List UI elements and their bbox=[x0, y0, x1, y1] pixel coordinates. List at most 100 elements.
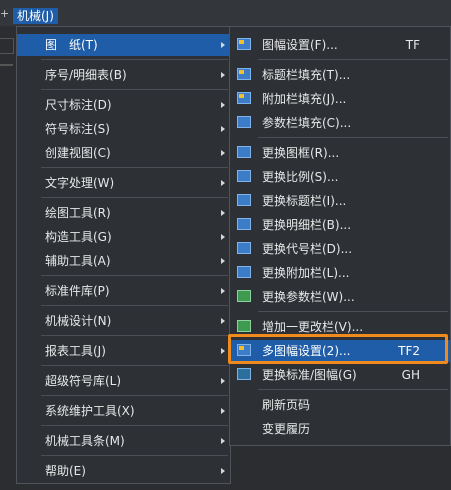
replace-frame-icon bbox=[237, 146, 251, 158]
replace-extra-block-icon bbox=[237, 266, 251, 278]
submenu-arrow-icon bbox=[221, 288, 225, 294]
menu-item-label: 构造工具(G) bbox=[45, 230, 112, 244]
submenu-item-replace-code-block[interactable]: 更换代号栏(D)... bbox=[230, 238, 450, 260]
menu-item-label: 机械设计(N) bbox=[45, 314, 112, 328]
replace-bom-icon bbox=[237, 218, 251, 230]
submenu-arrow-icon bbox=[221, 180, 225, 186]
submenu-item-replace-extra-block[interactable]: 更换附加栏(L)... bbox=[230, 262, 450, 284]
menu-item-report-tools[interactable]: 报表工具(J) bbox=[17, 340, 230, 362]
menu-item-drawing-tools[interactable]: 绘图工具(R) bbox=[17, 202, 230, 224]
menu-item-label: 尺寸标注(D) bbox=[45, 98, 112, 112]
submenu-arrow-icon bbox=[221, 72, 225, 78]
submenu-item-shortcut: GH bbox=[401, 368, 420, 382]
submenu-item-label: 图幅设置(F)... bbox=[262, 38, 338, 52]
menubar: + 机械(J) bbox=[0, 0, 451, 26]
menu-item-label: 序号/明细表(B) bbox=[45, 68, 127, 82]
menu-item-super-symbol-lib[interactable]: 超级符号库(L) bbox=[17, 370, 230, 392]
replace-scale-icon bbox=[237, 170, 251, 182]
menu-item-symbol[interactable]: 符号标注(S) bbox=[17, 118, 230, 140]
submenu-item-label: 变更履历 bbox=[262, 422, 311, 436]
menu-item-serial-bom[interactable]: 序号/明细表(B) bbox=[17, 64, 230, 86]
submenu-item-replace-standard[interactable]: 更换标准/图幅(G) GH bbox=[230, 364, 450, 386]
submenu-item-label: 刷新页码 bbox=[262, 398, 311, 412]
submenu-item-change-history[interactable]: 变更履历 bbox=[230, 418, 450, 440]
submenu-item-titleblock-fill[interactable]: 标题栏填充(T)... bbox=[230, 64, 450, 86]
menu-mechanical[interactable]: 机械(J) bbox=[13, 8, 58, 24]
submenu-item-label: 参数栏填充(C)... bbox=[262, 116, 352, 130]
submenu-arrow-icon bbox=[221, 378, 225, 384]
menu-separator bbox=[41, 425, 228, 426]
menu-item-label: 标准件库(P) bbox=[45, 284, 110, 298]
submenu-item-shortcut: TF bbox=[405, 38, 420, 52]
replace-standard-icon bbox=[237, 368, 251, 380]
submenu-arrow-icon bbox=[221, 408, 225, 414]
menu-item-text[interactable]: 文字处理(W) bbox=[17, 172, 230, 194]
left-strip-divider bbox=[0, 64, 13, 66]
menubar-edge-glyph: + bbox=[0, 7, 10, 20]
menu-separator bbox=[41, 275, 228, 276]
replace-param-block-icon bbox=[237, 290, 251, 302]
submenu-item-extra-block-fill[interactable]: 附加栏填充(J)... bbox=[230, 88, 450, 110]
submenu-item-label: 更换附加栏(L)... bbox=[262, 266, 350, 280]
menu-item-label: 符号标注(S) bbox=[45, 122, 110, 136]
menu-item-label: 报表工具(J) bbox=[45, 344, 106, 358]
menu-item-construction-tools[interactable]: 构造工具(G) bbox=[17, 226, 230, 248]
submenu-item-replace-bom[interactable]: 更换明细栏(B)... bbox=[230, 214, 450, 236]
param-block-fill-icon bbox=[237, 116, 251, 128]
menu-item-help[interactable]: 帮助(E) bbox=[17, 460, 230, 482]
submenu-item-label: 增加一更改栏(V)... bbox=[262, 320, 364, 334]
drawing-submenu: 图幅设置(F)... TF 标题栏填充(T)... 附加栏填充(J)... 参数… bbox=[229, 26, 451, 446]
menu-item-label: 创建视图(C) bbox=[45, 146, 111, 160]
submenu-arrow-icon bbox=[221, 42, 225, 48]
submenu-item-label: 更换明细栏(B)... bbox=[262, 218, 352, 232]
submenu-item-replace-param-block[interactable]: 更换参数栏(W)... bbox=[230, 286, 450, 308]
submenu-item-refresh-page-numbers[interactable]: 刷新页码 bbox=[230, 394, 450, 416]
titleblock-fill-icon bbox=[237, 68, 251, 80]
submenu-item-label: 更换比例(S)... bbox=[262, 170, 339, 184]
submenu-arrow-icon bbox=[221, 318, 225, 324]
submenu-item-label: 更换代号栏(D)... bbox=[262, 242, 353, 256]
menu-separator bbox=[41, 365, 228, 366]
menu-item-mech-toolbar[interactable]: 机械工具条(M) bbox=[17, 430, 230, 452]
highlight-annotation-box bbox=[228, 334, 448, 364]
menu-item-label: 绘图工具(R) bbox=[45, 206, 111, 220]
menu-item-system-maintenance[interactable]: 系统维护工具(X) bbox=[17, 400, 230, 422]
menu-item-drawing[interactable]: 图 纸(T) bbox=[17, 34, 230, 56]
submenu-item-label: 更换标题栏(I)... bbox=[262, 194, 347, 208]
submenu-item-replace-frame[interactable]: 更换图框(R)... bbox=[230, 142, 450, 164]
submenu-arrow-icon bbox=[221, 210, 225, 216]
submenu-item-label: 标题栏填充(T)... bbox=[262, 68, 351, 82]
replace-titleblock-icon bbox=[237, 194, 251, 206]
submenu-arrow-icon bbox=[221, 126, 225, 132]
menu-separator bbox=[41, 59, 228, 60]
menu-separator bbox=[258, 389, 448, 390]
submenu-item-label: 更换标准/图幅(G) bbox=[262, 368, 357, 382]
menu-item-auxiliary-tools[interactable]: 辅助工具(A) bbox=[17, 250, 230, 272]
menu-item-standard-parts[interactable]: 标准件库(P) bbox=[17, 280, 230, 302]
submenu-item-param-block-fill[interactable]: 参数栏填充(C)... bbox=[230, 112, 450, 134]
menu-item-create-view[interactable]: 创建视图(C) bbox=[17, 142, 230, 164]
add-change-block-icon bbox=[237, 320, 251, 332]
submenu-item-label: 附加栏填充(J)... bbox=[262, 92, 347, 106]
menu-item-mech-design[interactable]: 机械设计(N) bbox=[17, 310, 230, 332]
menu-separator bbox=[41, 395, 228, 396]
submenu-arrow-icon bbox=[221, 348, 225, 354]
submenu-item-replace-scale[interactable]: 更换比例(S)... bbox=[230, 166, 450, 188]
menu-separator bbox=[41, 335, 228, 336]
left-strip-fragment bbox=[0, 38, 14, 54]
replace-code-block-icon bbox=[237, 242, 251, 254]
menu-separator bbox=[41, 197, 228, 198]
submenu-arrow-icon bbox=[221, 258, 225, 264]
menu-separator bbox=[258, 59, 448, 60]
extra-block-fill-icon bbox=[237, 92, 251, 104]
left-strip bbox=[0, 26, 14, 490]
submenu-item-label: 更换图框(R)... bbox=[262, 146, 340, 160]
submenu-arrow-icon bbox=[221, 234, 225, 240]
menu-item-dimension[interactable]: 尺寸标注(D) bbox=[17, 94, 230, 116]
menu-item-label: 超级符号库(L) bbox=[45, 374, 122, 388]
submenu-arrow-icon bbox=[221, 468, 225, 474]
submenu-item-replace-titleblock[interactable]: 更换标题栏(I)... bbox=[230, 190, 450, 212]
menu-item-label: 机械工具条(M) bbox=[45, 434, 125, 448]
menu-item-label: 辅助工具(A) bbox=[45, 254, 111, 268]
submenu-item-sheet-settings[interactable]: 图幅设置(F)... TF bbox=[230, 34, 450, 56]
